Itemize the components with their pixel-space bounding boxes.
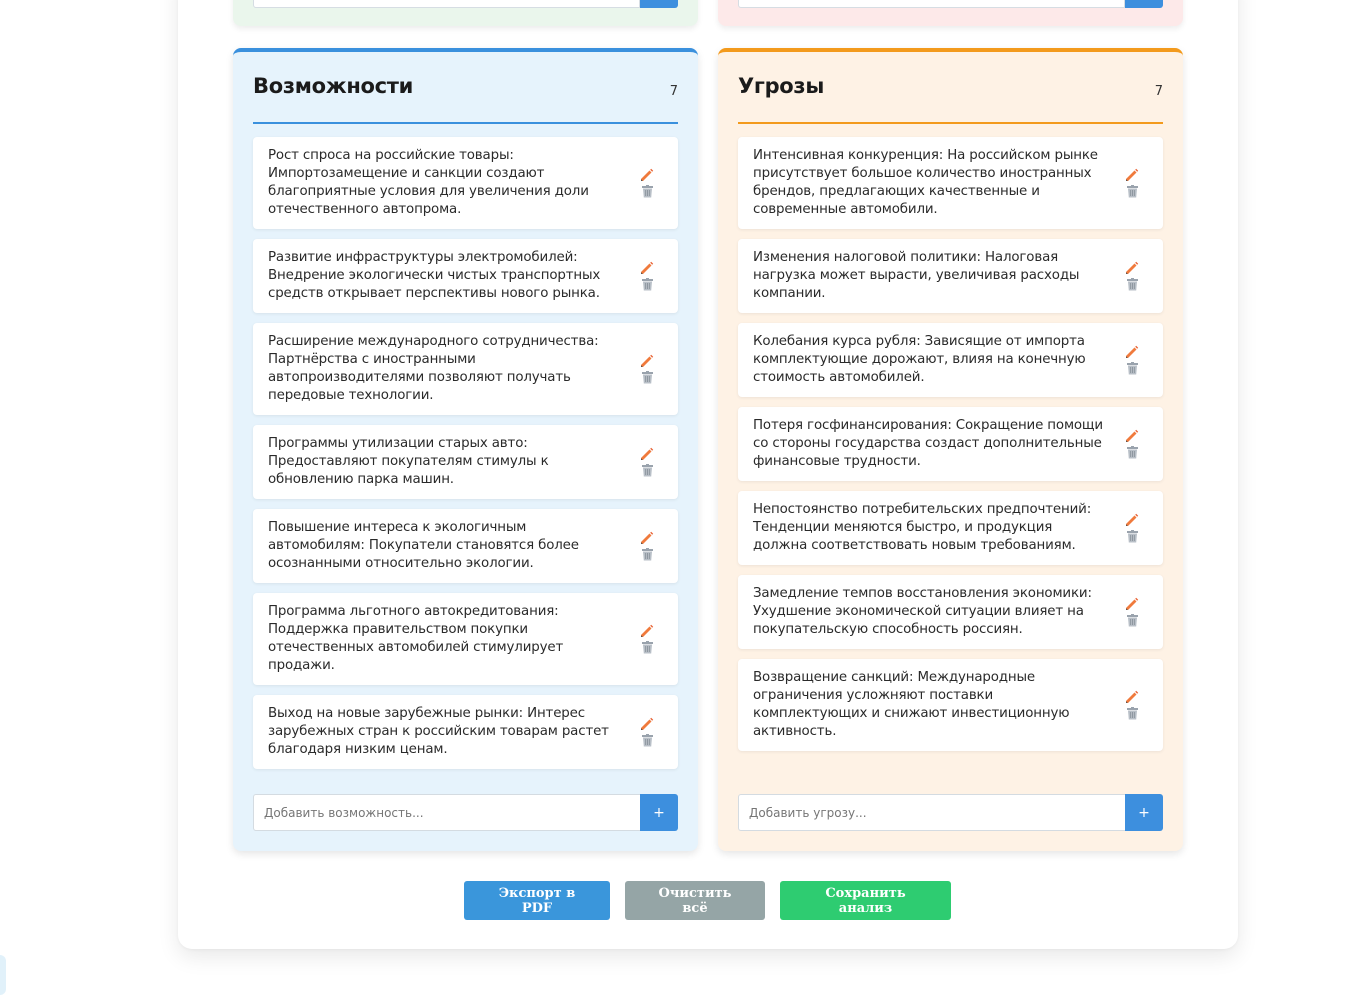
trash-icon[interactable] (1126, 278, 1139, 291)
threats-header: Угрозы 7 (738, 52, 1163, 124)
action-buttons: Экспорт в PDF Очистить всё Сохранить ана… (464, 881, 951, 920)
threat-item-actions (1125, 429, 1139, 459)
add-weakness-button[interactable] (1125, 0, 1163, 8)
opportunity-item-actions (640, 354, 654, 384)
trash-icon[interactable] (1126, 446, 1139, 459)
opportunity-item-text: Расширение международного сотрудничества… (268, 334, 599, 403)
opportunities-count: 7 (669, 84, 678, 99)
weaknesses-panel-bottom (718, 0, 1183, 26)
threat-item-text: Колебания курса рубля: Зависящие от импо… (753, 334, 1086, 385)
strengths-panel-bottom (233, 0, 698, 26)
pencil-icon[interactable] (1125, 345, 1139, 359)
opportunity-item-actions (640, 624, 654, 654)
opportunity-item-text: Развитие инфраструктуры электромобилей: … (268, 250, 601, 301)
add-opportunity-input[interactable] (253, 794, 640, 831)
opportunities-title: Возможности (253, 74, 414, 98)
threats-title: Угрозы (738, 74, 825, 98)
opportunity-item-actions (640, 168, 654, 198)
opportunity-item: Развитие инфраструктуры электромобилей: … (253, 239, 678, 313)
opportunities-header: Возможности 7 (253, 52, 678, 124)
opportunity-item-actions (640, 447, 654, 477)
save-analysis-button[interactable]: Сохранить анализ (780, 881, 951, 920)
pencil-icon[interactable] (1125, 429, 1139, 443)
opportunity-item: Рост спроса на российские товары: Импорт… (253, 137, 678, 229)
threat-item: Интенсивная конкуренция: На российском р… (738, 137, 1163, 229)
pencil-icon[interactable] (1125, 261, 1139, 275)
add-strength-button[interactable] (640, 0, 678, 8)
trash-icon[interactable] (1126, 707, 1139, 720)
trash-icon[interactable] (1126, 614, 1139, 627)
opportunities-list: Рост спроса на российские товары: Импорт… (253, 137, 678, 779)
threat-item: Замедление темпов восстановления экономи… (738, 575, 1163, 649)
threat-item-actions (1125, 345, 1139, 375)
pencil-icon[interactable] (640, 261, 654, 275)
threat-item: Колебания курса рубля: Зависящие от импо… (738, 323, 1163, 397)
trash-icon[interactable] (641, 641, 654, 654)
opportunity-item-text: Повышение интереса к экологичным автомоб… (268, 520, 579, 571)
add-weakness-input[interactable] (738, 0, 1125, 8)
add-threat-input[interactable] (738, 794, 1125, 831)
opportunity-item: Расширение международного сотрудничества… (253, 323, 678, 415)
threat-item-actions (1125, 513, 1139, 543)
opportunity-item-text: Программа льготного автокредитования: По… (268, 604, 564, 673)
add-opportunity-row: + (253, 794, 678, 831)
opportunity-item: Повышение интереса к экологичным автомоб… (253, 509, 678, 583)
pencil-icon[interactable] (640, 717, 654, 731)
add-threat-button[interactable]: + (1125, 794, 1163, 831)
threat-item: Потеря госфинансирования: Сокращение пом… (738, 407, 1163, 481)
opportunities-panel: Возможности 7 Рост спроса на российские … (233, 48, 698, 851)
trash-icon[interactable] (641, 278, 654, 291)
threats-count: 7 (1154, 84, 1163, 99)
threats-panel: Угрозы 7 Интенсивная конкуренция: На рос… (718, 48, 1183, 851)
threat-item-actions (1125, 597, 1139, 627)
pencil-icon[interactable] (640, 531, 654, 545)
threat-item: Непостоянство потребительских предпочтен… (738, 491, 1163, 565)
add-threat-row: + (738, 794, 1163, 831)
threats-list: Интенсивная конкуренция: На российском р… (738, 137, 1163, 761)
pencil-icon[interactable] (640, 624, 654, 638)
opportunity-item-actions (640, 531, 654, 561)
opportunity-item: Выход на новые зарубежные рынки: Интерес… (253, 695, 678, 769)
clear-all-button[interactable]: Очистить всё (625, 881, 765, 920)
opportunity-item-text: Рост спроса на российские товары: Импорт… (268, 148, 589, 217)
pencil-icon[interactable] (640, 168, 654, 182)
trash-icon[interactable] (641, 371, 654, 384)
trash-icon[interactable] (1126, 185, 1139, 198)
pencil-icon[interactable] (1125, 513, 1139, 527)
pencil-icon[interactable] (640, 447, 654, 461)
opportunity-item-text: Программы утилизации старых авто: Предос… (268, 436, 549, 487)
trash-icon[interactable] (641, 548, 654, 561)
trash-icon[interactable] (1126, 362, 1139, 375)
pencil-icon[interactable] (640, 354, 654, 368)
threat-item: Возвращение санкций: Международные огран… (738, 659, 1163, 751)
threat-item-text: Изменения налоговой политики: Налоговая … (753, 250, 1080, 301)
trash-icon[interactable] (641, 464, 654, 477)
opportunity-item-actions (640, 717, 654, 747)
add-strength-input[interactable] (253, 0, 640, 8)
opportunity-item: Программы утилизации старых авто: Предос… (253, 425, 678, 499)
threat-item-text: Потеря госфинансирования: Сокращение пом… (753, 418, 1103, 469)
export-pdf-button[interactable]: Экспорт в PDF (464, 881, 610, 920)
trash-icon[interactable] (641, 185, 654, 198)
threat-item-actions (1125, 168, 1139, 198)
trash-icon[interactable] (1126, 530, 1139, 543)
threat-item-actions (1125, 261, 1139, 291)
add-opportunity-button[interactable]: + (640, 794, 678, 831)
threat-item-text: Замедление темпов восстановления экономи… (753, 586, 1092, 637)
threat-item-text: Интенсивная конкуренция: На российском р… (753, 148, 1098, 217)
page-edge-decoration (0, 955, 6, 995)
pencil-icon[interactable] (1125, 168, 1139, 182)
pencil-icon[interactable] (1125, 597, 1139, 611)
threat-item-text: Возвращение санкций: Международные огран… (753, 670, 1070, 739)
threat-item-actions (1125, 690, 1139, 720)
pencil-icon[interactable] (1125, 690, 1139, 704)
trash-icon[interactable] (641, 734, 654, 747)
threat-item-text: Непостоянство потребительских предпочтен… (753, 502, 1092, 553)
opportunity-item: Программа льготного автокредитования: По… (253, 593, 678, 685)
opportunity-item-actions (640, 261, 654, 291)
opportunity-item-text: Выход на новые зарубежные рынки: Интерес… (268, 706, 609, 757)
threat-item: Изменения налоговой политики: Налоговая … (738, 239, 1163, 313)
